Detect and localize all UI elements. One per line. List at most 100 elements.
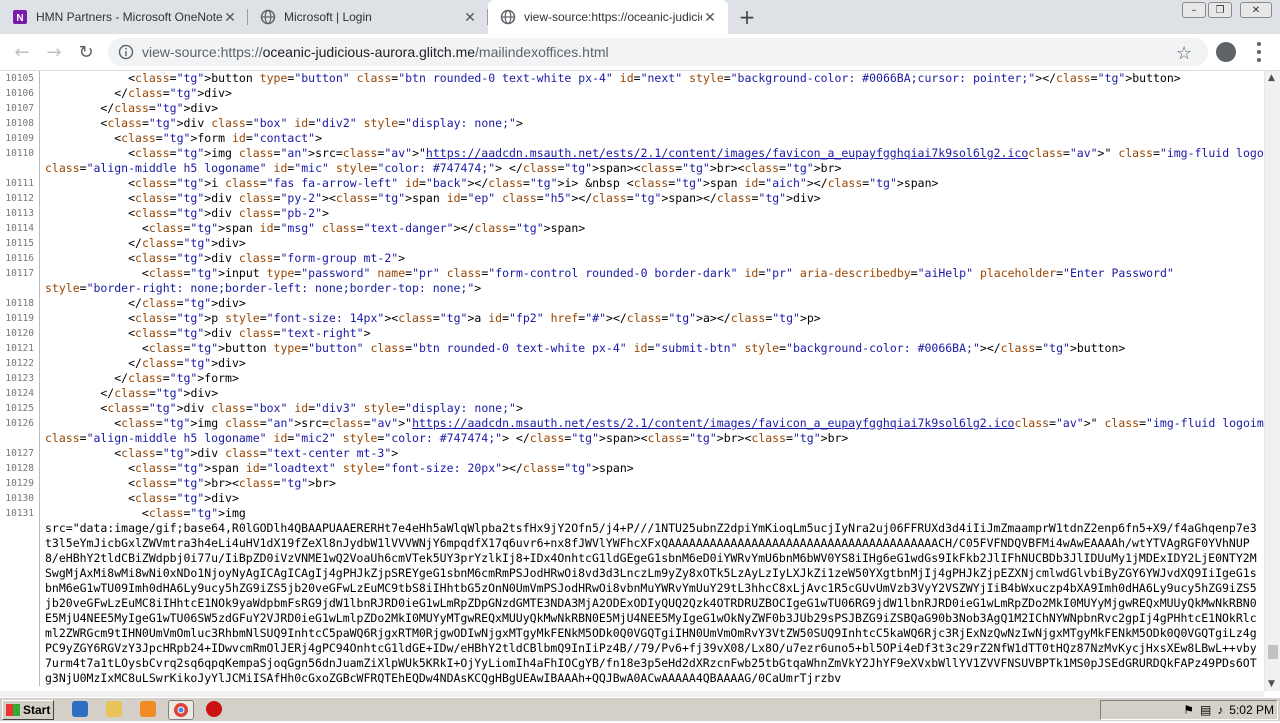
media-player-icon[interactable] <box>140 701 156 717</box>
scroll-down-icon[interactable]: ▼ <box>1268 679 1275 689</box>
vertical-scrollbar[interactable]: ▲ ▼ <box>1264 71 1280 691</box>
source-line: 10109 <class="tg">form id="contact"> <box>0 131 1264 146</box>
source-line: 10113 <class="tg">div class="pb-2"> <box>0 206 1264 221</box>
line-number: 10106 <box>0 86 40 101</box>
volume-icon[interactable]: ♪ <box>1217 703 1223 717</box>
new-tab-button[interactable]: + <box>736 5 758 29</box>
line-number: 10121 <box>0 341 40 356</box>
line-number: 10114 <box>0 221 40 236</box>
scrollbar-thumb[interactable] <box>1268 645 1278 659</box>
forward-button[interactable]: → <box>42 40 66 64</box>
line-number: 10124 <box>0 386 40 401</box>
line-code: <class="tg">div class="py-2"><class="tg"… <box>45 191 821 205</box>
source-line: 10105 <class="tg">button type="button" c… <box>0 71 1264 86</box>
line-number: 10118 <box>0 296 40 311</box>
line-code: <class="tg">input type="password" name="… <box>45 266 1174 280</box>
tab-view-source[interactable]: view-source:https://oceanic-judicio ✕ <box>488 0 728 34</box>
source-line: 10128 <class="tg">span id="loadtext" sty… <box>0 461 1264 476</box>
line-code: <class="tg">div class="box" id="div2" st… <box>45 116 523 130</box>
source-line: 10114 <class="tg">span id="msg" class="t… <box>0 221 1264 236</box>
line-number: 10126 <box>0 416 40 431</box>
line-number: 10115 <box>0 236 40 251</box>
bookmark-star-icon[interactable]: ☆ <box>1176 43 1192 64</box>
url-host: oceanic-judicious-aurora.glitch.me <box>262 44 476 60</box>
line-code: <class="tg">span id="msg" class="text-da… <box>45 221 586 235</box>
opera-icon[interactable] <box>206 701 222 717</box>
close-tab-icon[interactable]: ✕ <box>462 9 478 25</box>
line-number: 10131 <box>0 506 40 521</box>
line-number: 10128 <box>0 461 40 476</box>
source-line: 10126 <class="tg">img class="an">src=cla… <box>0 416 1264 431</box>
line-number: 10112 <box>0 191 40 206</box>
line-number: 10127 <box>0 446 40 461</box>
line-code-continuation: src="data:image/gif;base64,R0lGODlh4QBAA… <box>45 521 1257 685</box>
network-icon[interactable]: ▤ <box>1200 703 1211 717</box>
line-code: <class="tg">div class="text-right"> <box>45 326 371 340</box>
tab-strip: N HMN Partners - Microsoft OneNote O ✕ M… <box>0 0 1280 34</box>
line-number: 10113 <box>0 206 40 221</box>
reload-button[interactable]: ↻ <box>74 40 98 64</box>
close-tab-icon[interactable]: ✕ <box>702 9 718 25</box>
line-number: 10117 <box>0 266 40 281</box>
line-number: 10125 <box>0 401 40 416</box>
tab-onenote[interactable]: N HMN Partners - Microsoft OneNote O ✕ <box>0 0 248 34</box>
line-number: 10110 <box>0 146 40 161</box>
back-button[interactable]: ← <box>10 40 34 64</box>
line-number: 10119 <box>0 311 40 326</box>
source-line: 10117 <class="tg">input type="password" … <box>0 266 1264 281</box>
line-number: 10105 <box>0 71 40 86</box>
line-code: <class="tg">div class="box" id="div3" st… <box>45 401 523 415</box>
line-code: <class="tg">img class="an">src=class="av… <box>45 146 1264 160</box>
minimize-button[interactable]: – <box>1182 2 1206 18</box>
close-tab-icon[interactable]: ✕ <box>222 9 238 25</box>
line-code: </class="tg">form> <box>45 371 239 385</box>
clock[interactable]: 5:02 PM <box>1229 703 1274 717</box>
folder-icon[interactable] <box>106 701 122 717</box>
tab-title: Microsoft | Login <box>284 10 372 24</box>
source-line: 10112 <class="tg">div class="py-2"><clas… <box>0 191 1264 206</box>
line-code: </class="tg">div> <box>45 296 246 310</box>
line-code: <class="tg">div class="text-center mt-3"… <box>45 446 399 460</box>
line-code: <class="tg">p style="font-size: 14px"><c… <box>45 311 821 325</box>
source-line: 10130 <class="tg">div> <box>0 491 1264 506</box>
line-code-continuation: class="align-middle h5 logoname" id="mic… <box>45 431 849 445</box>
info-icon[interactable] <box>118 44 134 60</box>
tab-microsoft-login[interactable]: Microsoft | Login ✕ <box>248 0 488 34</box>
line-code: <class="tg">form id="contact"> <box>45 131 323 145</box>
source-line-wrap: class="align-middle h5 logoname" id="mic… <box>0 161 1264 176</box>
close-window-button[interactable]: ✕ <box>1240 2 1272 18</box>
maximize-button[interactable]: ❐ <box>1208 2 1232 18</box>
line-number: 10107 <box>0 101 40 116</box>
account-avatar-icon[interactable] <box>1216 42 1236 62</box>
source-line: 10120 <class="tg">div class="text-right"… <box>0 326 1264 341</box>
line-code: <class="tg">div> <box>45 491 239 505</box>
start-button[interactable]: Start <box>2 700 54 720</box>
line-code: <class="tg">i class="fas fa-arrow-left" … <box>45 176 939 190</box>
svg-text:N: N <box>16 13 23 24</box>
source-line: 10129 <class="tg">br><class="tg">br> <box>0 476 1264 491</box>
source-line: 10108 <class="tg">div class="box" id="di… <box>0 116 1264 131</box>
source-line: 10115 </class="tg">div> <box>0 236 1264 251</box>
url-text: view-source:https://oceanic-judicious-au… <box>142 44 609 60</box>
source-line: 10116 <class="tg">div class="form-group … <box>0 251 1264 266</box>
chrome-taskbar-button[interactable] <box>168 700 194 720</box>
scroll-up-icon[interactable]: ▲ <box>1268 73 1275 83</box>
flag-icon[interactable]: ⚑ <box>1183 703 1194 717</box>
line-code: <class="tg">div class="pb-2"> <box>45 206 329 220</box>
source-line-wrap: class="align-middle h5 logoname" id="mic… <box>0 431 1264 446</box>
source-line: 10118 </class="tg">div> <box>0 296 1264 311</box>
line-number: 10123 <box>0 371 40 386</box>
line-number: 10130 <box>0 491 40 506</box>
ie-icon[interactable] <box>72 701 88 717</box>
line-code: </class="tg">div> <box>45 101 219 115</box>
address-bar[interactable]: view-source:https://oceanic-judicious-au… <box>108 38 1208 66</box>
source-line: 10119 <class="tg">p style="font-size: 14… <box>0 311 1264 326</box>
line-number: 10120 <box>0 326 40 341</box>
source-line: 10110 <class="tg">img class="an">src=cla… <box>0 146 1264 161</box>
line-code: <class="tg">span id="loadtext" style="fo… <box>45 461 634 475</box>
kebab-menu-icon[interactable] <box>1256 42 1262 62</box>
source-line: 10124 </class="tg">div> <box>0 386 1264 401</box>
source-line: 10107 </class="tg">div> <box>0 101 1264 116</box>
taskbar: Start ⚑ ▤ ♪ 5:02 PM <box>0 697 1280 721</box>
source-line: 10131 <class="tg">img <box>0 506 1264 521</box>
